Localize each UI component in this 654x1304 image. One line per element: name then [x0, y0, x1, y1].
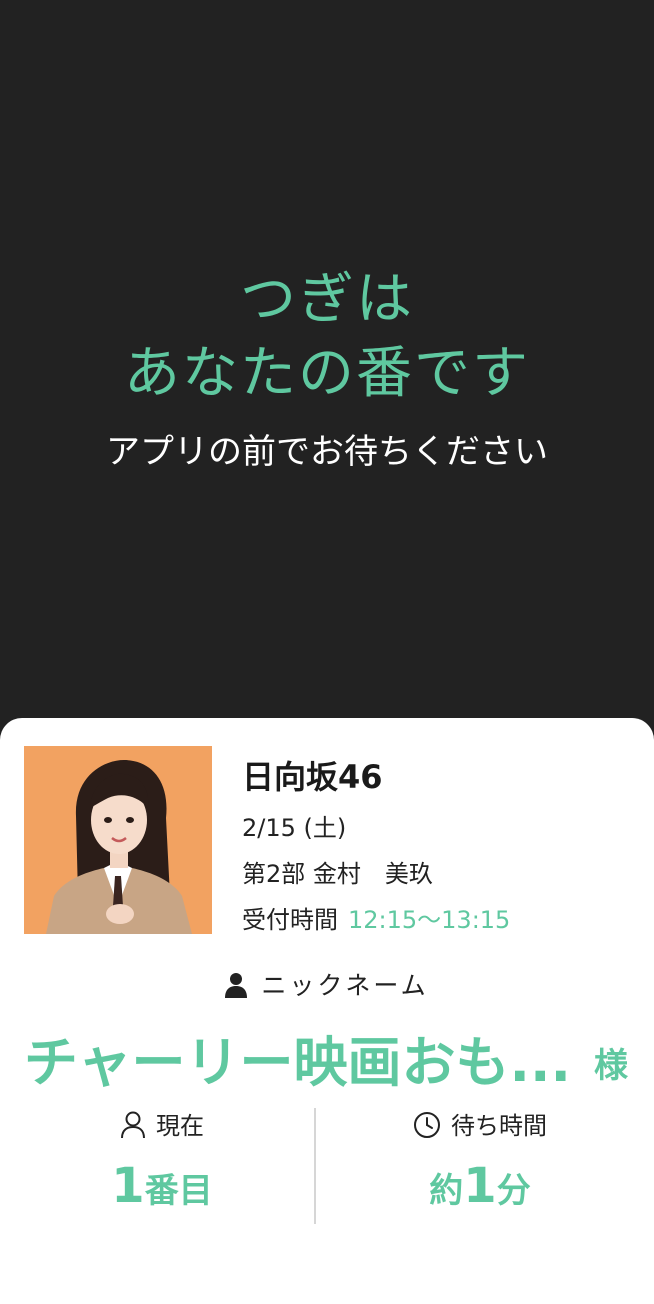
ticket-card: 日向坂46 2/15 (土) 第2部 金村 美玖 受付時間 12:15～13:15… — [0, 718, 654, 1304]
wait-label: 待ち時間 — [451, 1112, 547, 1140]
current-value: 1番目 — [12, 1158, 312, 1214]
nickname-label-row: ニックネーム — [0, 966, 654, 1004]
reception-label: 受付時間 — [242, 906, 338, 934]
event-date: 2/15 (土) — [242, 814, 347, 842]
user-outline-icon — [121, 1111, 145, 1139]
wait-label-row: 待ち時間 — [330, 1108, 630, 1144]
current-label: 現在 — [156, 1112, 204, 1140]
event-part-member: 第2部 金村 美玖 — [242, 860, 433, 888]
group-name: 日向坂46 — [242, 758, 383, 796]
current-unit: 番目 — [144, 1171, 213, 1211]
wait-prefix: 約 — [429, 1171, 464, 1211]
reception-row: 受付時間 12:15～13:15 — [242, 900, 510, 935]
wait-number: 1 — [463, 1158, 497, 1214]
wait-time: 待ち時間 約1分 — [330, 1108, 630, 1214]
current-number: 1 — [111, 1158, 145, 1214]
current-position: 現在 1番目 — [12, 1108, 312, 1214]
member-photo — [24, 746, 212, 934]
honorific: 様 — [594, 1046, 628, 1086]
headline-line2: あなたの番です — [124, 341, 530, 406]
nickname-label: ニックネーム — [261, 971, 429, 1000]
wait-value: 約1分 — [330, 1158, 630, 1214]
wait-unit: 分 — [496, 1171, 531, 1211]
clock-icon — [414, 1112, 440, 1138]
current-label-row: 現在 — [12, 1108, 312, 1144]
person-icon — [225, 972, 248, 1004]
headline-line1: つぎは — [240, 267, 414, 332]
nickname-value: チャーリー映画おも... — [24, 1031, 570, 1094]
next-turn-banner: つぎは あなたの番です アプリの前でお待ちください — [0, 0, 654, 720]
wait-instruction: アプリの前でお待ちください — [106, 432, 548, 472]
reception-time: 12:15～13:15 — [348, 906, 511, 934]
column-divider — [314, 1108, 316, 1224]
